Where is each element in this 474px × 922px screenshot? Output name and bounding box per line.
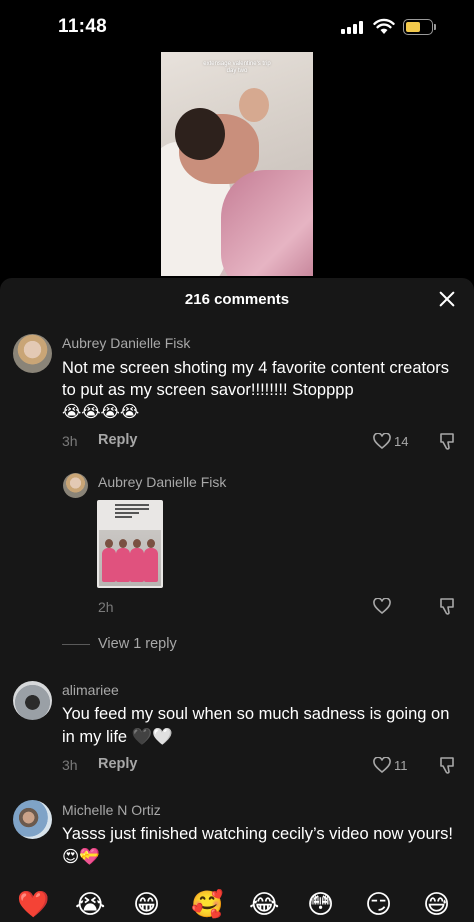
avatar[interactable] [63, 473, 88, 498]
avatar[interactable] [13, 800, 52, 839]
emoji-smiling-hearts[interactable]: 🥰 [191, 890, 223, 920]
emoji-smirk[interactable]: 😏 [365, 890, 392, 920]
close-icon[interactable] [438, 290, 456, 308]
reply-button[interactable]: Reply [98, 432, 138, 448]
emoji-heart[interactable]: ❤️ [17, 890, 49, 920]
emoji-joy[interactable]: 😂 [249, 890, 279, 920]
like-count: 11 [394, 758, 408, 773]
comment-text: Not me screen shoting my 4 favorite cont… [62, 359, 450, 421]
comment-emojis: 😍💝 [62, 846, 100, 866]
status-time: 11:48 [58, 16, 108, 37]
comment-author[interactable]: alimariee [62, 682, 119, 698]
comment-author[interactable]: Michelle N Ortiz [62, 802, 161, 818]
emoji-crying[interactable]: 😭 [75, 890, 105, 920]
heart-icon[interactable] [373, 757, 391, 773]
reply-age: 2h [98, 599, 114, 615]
comments-count-title: 216 comments [184, 291, 290, 308]
wifi-icon [373, 18, 395, 34]
reply-author[interactable]: Aubrey Danielle Fisk [98, 474, 226, 490]
avatar[interactable] [13, 334, 52, 373]
emoji-quick-bar: ❤️ 😭 😁 🥰 😂 😳 😏 😅 [0, 886, 474, 922]
dislike-icon[interactable] [439, 598, 455, 615]
comment-age: 3h [62, 757, 78, 773]
emoji-sweat-smile[interactable]: 😅 [423, 890, 450, 920]
emoji-flushed[interactable]: 😳 [307, 890, 334, 920]
like-count: 14 [394, 434, 409, 449]
heart-icon[interactable] [373, 433, 391, 449]
comment-emojis: 🖤🤍 [131, 726, 173, 746]
video-preview[interactable]: extensage valentine's trip day two [161, 52, 313, 276]
divider [62, 644, 90, 645]
heart-icon[interactable] [373, 598, 391, 614]
cellular-signal-icon [341, 21, 363, 34]
dislike-icon[interactable] [439, 757, 455, 774]
comment-text: You feed my soul when so much sadness is… [62, 705, 450, 746]
dislike-icon[interactable] [439, 433, 455, 450]
avatar[interactable] [13, 681, 52, 720]
status-bar: 11:48 [0, 0, 474, 56]
comment-age: 3h [62, 433, 78, 449]
comment-author[interactable]: Aubrey Danielle Fisk [62, 335, 190, 351]
view-replies-button[interactable]: View 1 reply [98, 636, 177, 652]
comment-emojis: 😭😭😭😭 [62, 402, 140, 421]
comments-panel: 216 comments Aubrey Danielle Fisk Not me… [0, 278, 474, 922]
emoji-grin[interactable]: 😁 [133, 890, 160, 920]
reply-image[interactable] [97, 500, 163, 588]
reply-button[interactable]: Reply [98, 756, 138, 772]
comment-text: Yasss just finished watching cecily’s vi… [62, 825, 453, 866]
battery-icon [403, 19, 436, 35]
video-caption: extensage valentine's trip day two [203, 61, 271, 74]
